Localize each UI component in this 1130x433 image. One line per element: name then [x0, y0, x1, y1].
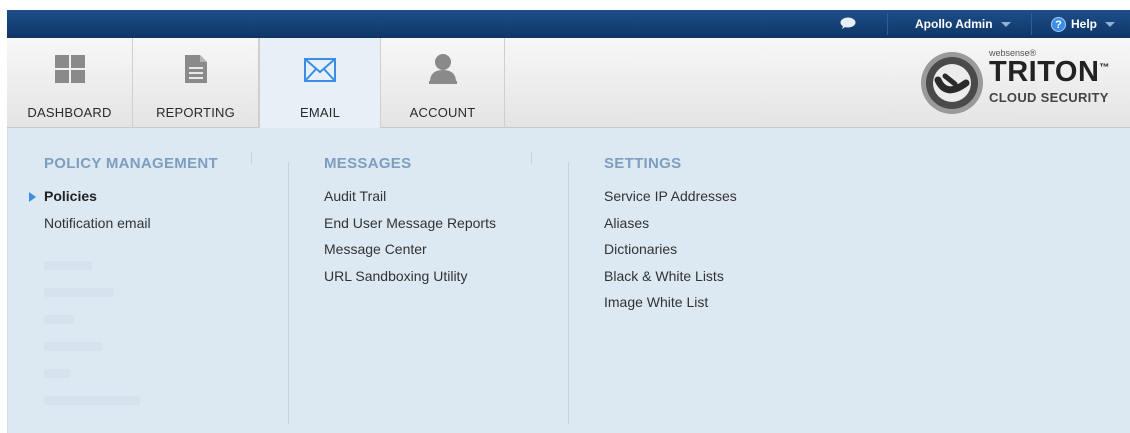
user-icon	[428, 54, 457, 84]
tab-dashboard[interactable]: DASHBOARD	[7, 38, 133, 128]
policy-management-column: POLICY MANAGEMENT Policies Notification …	[8, 128, 288, 428]
menu-item-audit-trail[interactable]: Audit Trail	[324, 183, 496, 210]
chat-bubble-icon[interactable]	[840, 17, 856, 29]
menu-item-aliases[interactable]: Aliases	[604, 210, 737, 237]
tab-label: DASHBOARD	[27, 105, 112, 120]
messages-heading: MESSAGES	[324, 155, 412, 172]
tab-reporting[interactable]: REPORTING	[133, 38, 259, 128]
caret-right-icon	[29, 192, 36, 202]
dashboard-grid-icon	[54, 55, 85, 83]
tab-label: REPORTING	[156, 105, 235, 120]
app-frame: Apollo Admin ? Help DASHBOARD REPORTING …	[7, 10, 1130, 433]
triton-emblem-icon	[921, 52, 983, 114]
menu-item-image-white-list[interactable]: Image White List	[604, 289, 737, 316]
chevron-down-icon	[1105, 22, 1116, 28]
user-menu-label: Apollo Admin	[915, 17, 993, 31]
tab-email[interactable]: EMAIL	[259, 38, 381, 129]
policy-management-heading: POLICY MANAGEMENT	[44, 155, 218, 172]
question-icon: ?	[1051, 17, 1066, 33]
menu-item-url-sandboxing-utility[interactable]: URL Sandboxing Utility	[324, 263, 496, 290]
menu-item-message-center[interactable]: Message Center	[324, 236, 496, 263]
help-menu-label: Help	[1071, 17, 1098, 31]
settings-column: SETTINGS Service IP Addresses Aliases Di…	[568, 128, 868, 428]
settings-list: Service IP Addresses Aliases Dictionarie…	[604, 183, 737, 316]
tab-label: ACCOUNT	[409, 105, 476, 120]
document-icon	[184, 55, 207, 83]
envelope-icon	[304, 58, 336, 82]
policy-management-list: Policies Notification email	[29, 183, 151, 237]
divider	[1031, 13, 1032, 35]
menu-item-service-ip-addresses[interactable]: Service IP Addresses	[604, 183, 737, 210]
brand-name: TRITON™	[989, 56, 1110, 88]
tab-label: EMAIL	[299, 105, 340, 120]
divider	[887, 13, 888, 35]
brand-logo: websense® TRITON™ CLOUD SECURITY	[919, 46, 1124, 122]
user-menu[interactable]: Apollo Admin	[915, 10, 1011, 38]
settings-heading: SETTINGS	[604, 155, 682, 172]
menu-item-dictionaries[interactable]: Dictionaries	[604, 236, 737, 263]
chevron-down-icon	[1000, 22, 1011, 28]
menu-item-end-user-message-reports[interactable]: End User Message Reports	[324, 210, 496, 237]
messages-list: Audit Trail End User Message Reports Mes…	[324, 183, 496, 289]
menu-item-notification-email[interactable]: Notification email	[44, 210, 151, 237]
menu-item-black-white-lists[interactable]: Black & White Lists	[604, 263, 737, 290]
mega-menu-panel: POLICY MANAGEMENT Policies Notification …	[7, 128, 1130, 433]
help-menu[interactable]: ? Help	[1051, 10, 1116, 38]
tab-account[interactable]: ACCOUNT	[381, 38, 505, 128]
messages-column: MESSAGES Audit Trail End User Message Re…	[288, 128, 568, 428]
main-nav: DASHBOARD REPORTING EMAIL ACCOUNT websen…	[7, 38, 1130, 129]
brand-subtitle: CLOUD SECURITY	[989, 90, 1109, 105]
top-bar: Apollo Admin ? Help	[7, 10, 1130, 38]
menu-item-policies[interactable]: Policies	[29, 183, 151, 210]
